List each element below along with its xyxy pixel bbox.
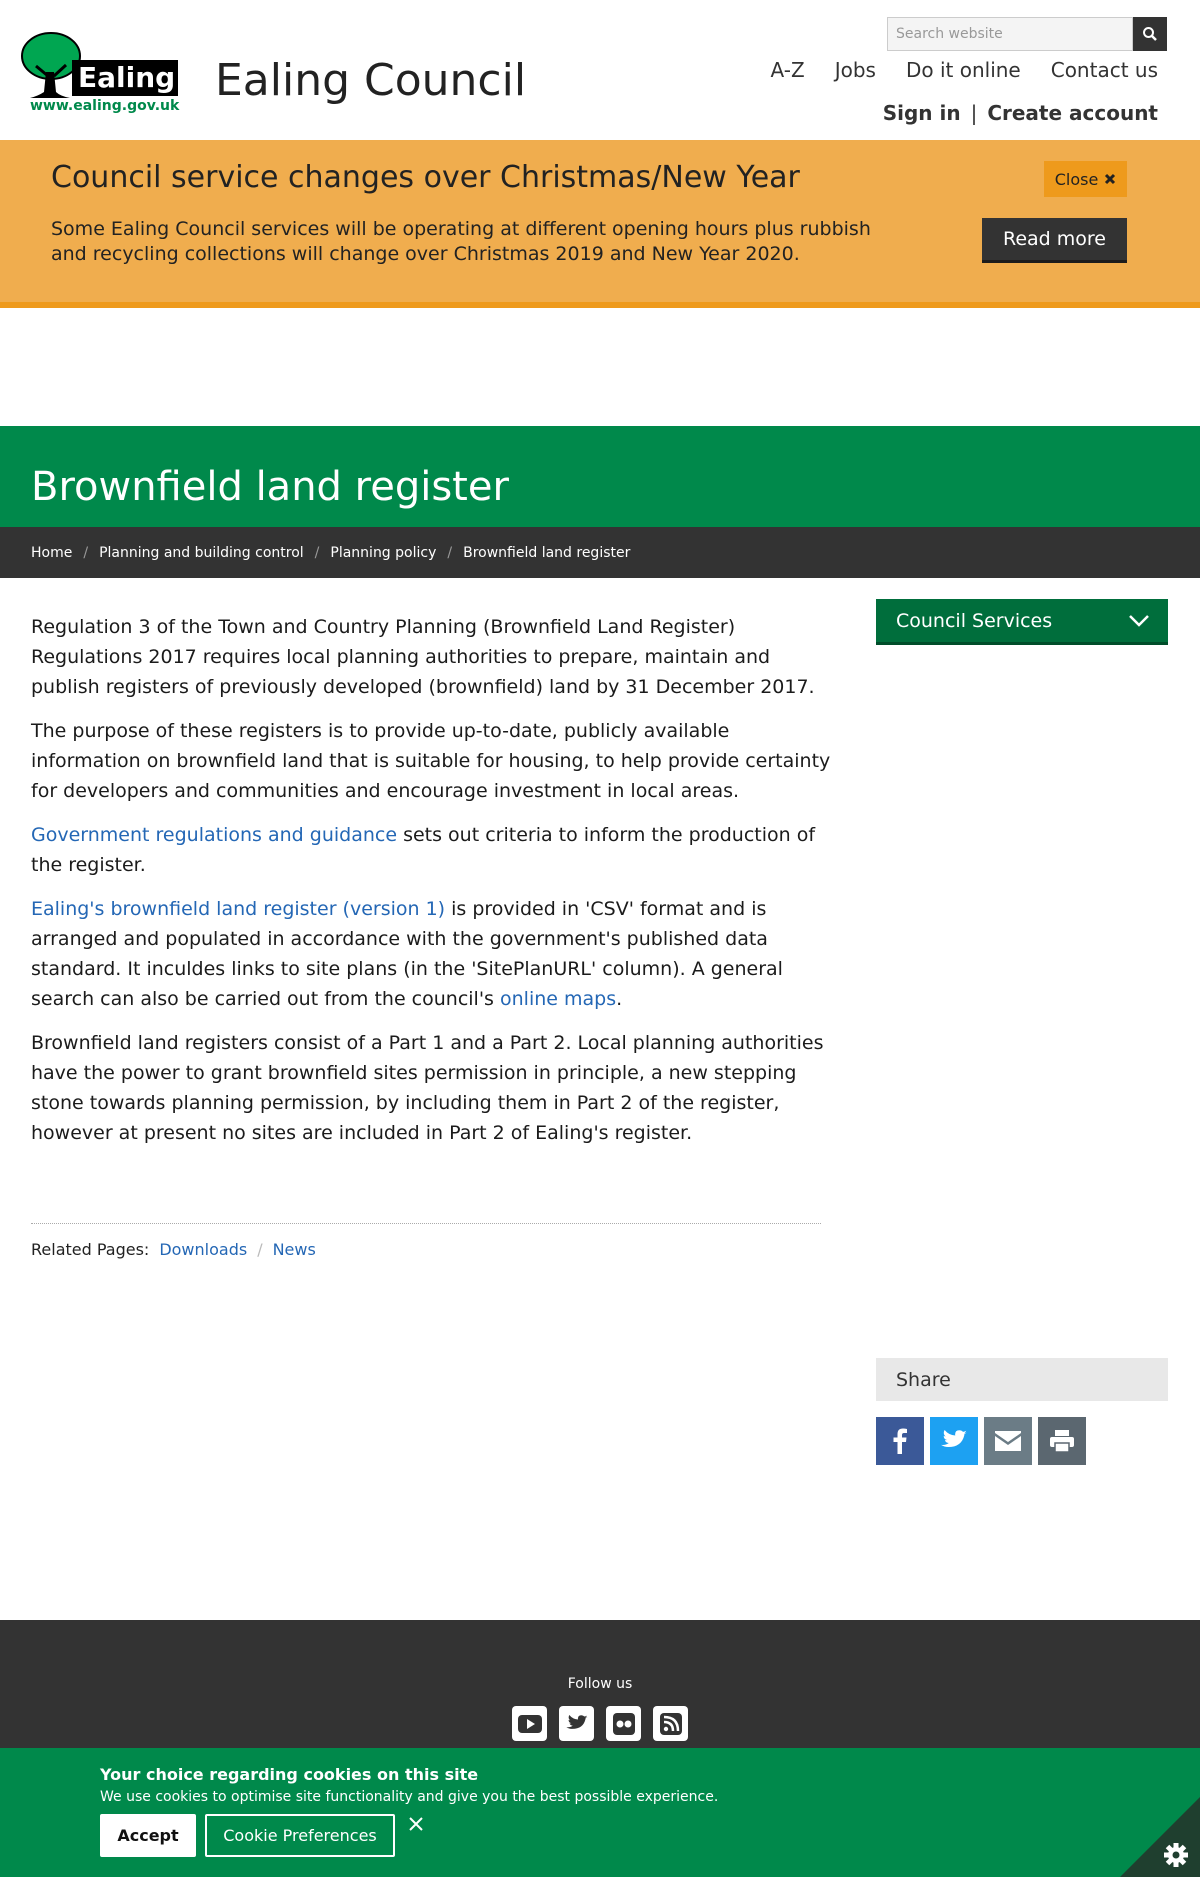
paragraph-purpose: The purpose of these registers is to pro… bbox=[31, 720, 831, 802]
content-divider bbox=[31, 1223, 821, 1224]
twitter-icon bbox=[941, 1430, 967, 1447]
search-input[interactable] bbox=[887, 17, 1133, 51]
paragraph-guidance: Government regulations and guidance sets… bbox=[31, 820, 831, 880]
search-icon bbox=[1143, 27, 1157, 41]
top-navigation: A-Z Jobs Do it online Contact us bbox=[771, 58, 1158, 82]
paragraph-parts: Brownfield land registers consist of a P… bbox=[31, 1032, 824, 1144]
follow-us-label: Follow us bbox=[567, 1676, 633, 1692]
share-print-button[interactable] bbox=[1038, 1417, 1086, 1465]
council-services-dropdown[interactable]: Council Services bbox=[876, 599, 1168, 645]
create-account-link[interactable]: Create account bbox=[987, 101, 1158, 125]
rss-icon bbox=[659, 1712, 682, 1735]
account-links: Sign in | Create account bbox=[883, 101, 1158, 125]
account-separator: | bbox=[970, 101, 978, 125]
share-facebook-button[interactable] bbox=[876, 1417, 924, 1465]
social-links bbox=[512, 1706, 688, 1741]
alert-close-label: Close bbox=[1054, 169, 1099, 189]
related-pages: Related Pages: Downloads / News bbox=[31, 1240, 316, 1259]
share-buttons bbox=[876, 1417, 1086, 1465]
cookie-consent-bar: Your choice regarding cookies on this si… bbox=[0, 1748, 1200, 1877]
logo-wordmark: Ealing bbox=[72, 60, 178, 96]
ealing-logo[interactable]: Ealing www.ealing.gov.uk bbox=[20, 32, 180, 118]
cookie-close-icon[interactable] bbox=[406, 1814, 426, 1834]
council-services-label: Council Services bbox=[896, 609, 1053, 632]
flickr-link[interactable] bbox=[606, 1706, 641, 1741]
cookie-settings-gear-icon[interactable] bbox=[1120, 1797, 1200, 1877]
cookie-accept-button[interactable]: Accept bbox=[100, 1814, 196, 1857]
cookie-text: We use cookies to optimise site function… bbox=[100, 1789, 719, 1805]
breadcrumb-current: Brownfield land register bbox=[463, 544, 631, 561]
close-icon bbox=[1105, 173, 1116, 185]
flickr-icon bbox=[612, 1712, 635, 1735]
government-guidance-link[interactable]: Government regulations and guidance bbox=[31, 824, 397, 846]
breadcrumb-divider: / bbox=[447, 544, 453, 561]
envelope-icon bbox=[995, 1431, 1021, 1451]
cookie-preferences-button[interactable]: Cookie Preferences bbox=[205, 1814, 395, 1857]
alert-close-button[interactable]: Close bbox=[1044, 161, 1127, 197]
chevron-down-icon bbox=[1129, 614, 1149, 627]
site-header: Ealing www.ealing.gov.uk Ealing Council … bbox=[0, 0, 1200, 140]
register-end: . bbox=[616, 988, 623, 1010]
read-more-button[interactable]: Read more bbox=[982, 218, 1127, 263]
page-title: Brownfield land register bbox=[31, 464, 509, 510]
logo-url: www.ealing.gov.uk bbox=[30, 98, 180, 114]
sign-in-link[interactable]: Sign in bbox=[883, 101, 961, 125]
printer-icon bbox=[1050, 1430, 1074, 1452]
search-button[interactable] bbox=[1133, 17, 1167, 51]
online-maps-link[interactable]: online maps bbox=[500, 988, 616, 1010]
youtube-link[interactable] bbox=[512, 1706, 547, 1741]
site-name[interactable]: Ealing Council bbox=[215, 55, 526, 106]
search-form bbox=[887, 17, 1167, 51]
breadcrumb: Home / Planning and building control / P… bbox=[0, 527, 1200, 578]
related-separator: / bbox=[257, 1240, 263, 1259]
breadcrumb-home[interactable]: Home bbox=[31, 545, 72, 561]
breadcrumb-planning-building[interactable]: Planning and building control bbox=[99, 545, 304, 561]
main-content: Regulation 3 of the Town and Country Pla… bbox=[31, 612, 831, 1162]
twitter-icon bbox=[565, 1714, 588, 1729]
brownfield-register-link[interactable]: Ealing's brownfield land register (versi… bbox=[31, 898, 445, 920]
cookie-title: Your choice regarding cookies on this si… bbox=[100, 1765, 479, 1784]
rss-link[interactable] bbox=[653, 1706, 688, 1741]
related-news-link[interactable]: News bbox=[273, 1240, 316, 1259]
nav-contact-us[interactable]: Contact us bbox=[1051, 58, 1158, 82]
share-twitter-button[interactable] bbox=[930, 1417, 978, 1465]
breadcrumb-divider: / bbox=[314, 544, 320, 561]
breadcrumb-divider: / bbox=[83, 544, 89, 561]
page-title-bar: Brownfield land register bbox=[0, 426, 1200, 527]
nav-do-it-online[interactable]: Do it online bbox=[906, 58, 1021, 82]
facebook-icon bbox=[893, 1428, 907, 1454]
youtube-icon bbox=[517, 1714, 542, 1733]
nav-jobs[interactable]: Jobs bbox=[835, 58, 876, 82]
nav-a-z[interactable]: A-Z bbox=[771, 58, 805, 82]
paragraph-regulation: Regulation 3 of the Town and Country Pla… bbox=[31, 616, 815, 698]
breadcrumb-planning-policy[interactable]: Planning policy bbox=[330, 545, 436, 561]
related-downloads-link[interactable]: Downloads bbox=[159, 1240, 247, 1259]
alert-body: Some Ealing Council services will be ope… bbox=[51, 218, 871, 265]
alert-title: Council service changes over Christmas/N… bbox=[51, 160, 800, 195]
related-label: Related Pages: bbox=[31, 1240, 150, 1259]
share-email-button[interactable] bbox=[984, 1417, 1032, 1465]
service-alert-banner: Council service changes over Christmas/N… bbox=[0, 140, 1200, 308]
paragraph-register: Ealing's brownfield land register (versi… bbox=[31, 894, 831, 1014]
twitter-link[interactable] bbox=[559, 1706, 594, 1741]
share-heading: Share bbox=[876, 1358, 1168, 1401]
